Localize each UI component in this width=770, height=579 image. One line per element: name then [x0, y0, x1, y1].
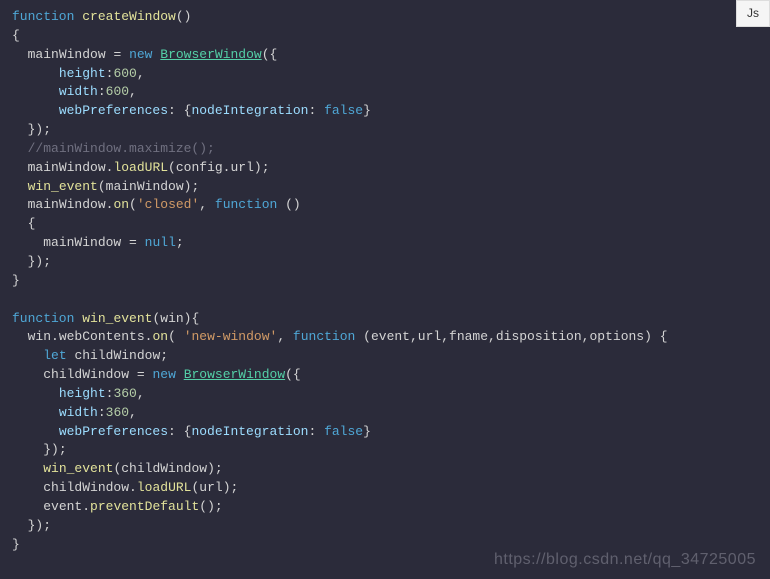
prop-webPreferences-2: webPreferences — [59, 424, 168, 439]
id-childWindow: childWindow — [74, 348, 160, 363]
prop-webContents: webContents — [59, 329, 145, 344]
id-options: options — [589, 329, 644, 344]
prop-height-2: height — [59, 386, 106, 401]
comment-maximize: //mainWindow.maximize(); — [28, 141, 215, 156]
id-event-2: event — [43, 499, 82, 514]
keyword-new-2: new — [152, 367, 175, 382]
id-url-2: url — [418, 329, 441, 344]
kw-null: null — [145, 235, 176, 250]
call-on: on — [113, 197, 129, 212]
prop-height: height — [59, 66, 106, 81]
id-mainWindow: mainWindow — [28, 47, 106, 62]
keyword-let: let — [43, 348, 66, 363]
id-mainWindow-3: mainWindow — [106, 179, 184, 194]
keyword-function: function — [12, 9, 74, 24]
id-win: win — [160, 311, 183, 326]
id-config: config — [176, 160, 223, 175]
prop-width: width — [59, 84, 98, 99]
num-600b: 600 — [106, 84, 129, 99]
call-loadURL-2: loadURL — [137, 480, 192, 495]
fn-createWindow: createWindow — [82, 9, 176, 24]
cls-BrowserWindow: BrowserWindow — [160, 47, 261, 62]
prop-webPreferences: webPreferences — [59, 103, 168, 118]
id-url-3: url — [199, 480, 222, 495]
id-url: url — [230, 160, 253, 175]
watermark: https://blog.csdn.net/qq_34725005 — [494, 548, 756, 571]
prop-nodeIntegration-2: nodeIntegration — [191, 424, 308, 439]
kw-false-2: false — [324, 424, 363, 439]
id-mainWindow-5: mainWindow — [43, 235, 121, 250]
id-disposition: disposition — [496, 329, 582, 344]
keyword-function-2: function — [215, 197, 277, 212]
cls-BrowserWindow-2: BrowserWindow — [184, 367, 285, 382]
str-closed: 'closed' — [137, 197, 199, 212]
language-badge: Js — [736, 0, 770, 27]
num-360b: 360 — [106, 405, 129, 420]
id-event: event — [371, 329, 410, 344]
id-childWindow-2: childWindow — [43, 367, 129, 382]
call-win_event: win_event — [28, 179, 98, 194]
id-mainWindow-2: mainWindow — [28, 160, 106, 175]
call-loadURL: loadURL — [113, 160, 168, 175]
id-mainWindow-4: mainWindow — [28, 197, 106, 212]
fn-win_event: win_event — [82, 311, 152, 326]
call-preventDefault: preventDefault — [90, 499, 199, 514]
keyword-function-4: function — [293, 329, 355, 344]
prop-nodeIntegration: nodeIntegration — [191, 103, 308, 118]
id-childWindow-4: childWindow — [43, 480, 129, 495]
str-new-window: 'new-window' — [184, 329, 278, 344]
num-600: 600 — [113, 66, 136, 81]
call-win_event-2: win_event — [43, 461, 113, 476]
code-block: function createWindow() { mainWindow = n… — [0, 0, 770, 562]
num-360: 360 — [113, 386, 136, 401]
call-on-2: on — [152, 329, 168, 344]
prop-width-2: width — [59, 405, 98, 420]
id-childWindow-3: childWindow — [121, 461, 207, 476]
keyword-new: new — [129, 47, 152, 62]
id-fname: fname — [449, 329, 488, 344]
keyword-function-3: function — [12, 311, 74, 326]
kw-false: false — [324, 103, 363, 118]
id-win-2: win — [28, 329, 51, 344]
